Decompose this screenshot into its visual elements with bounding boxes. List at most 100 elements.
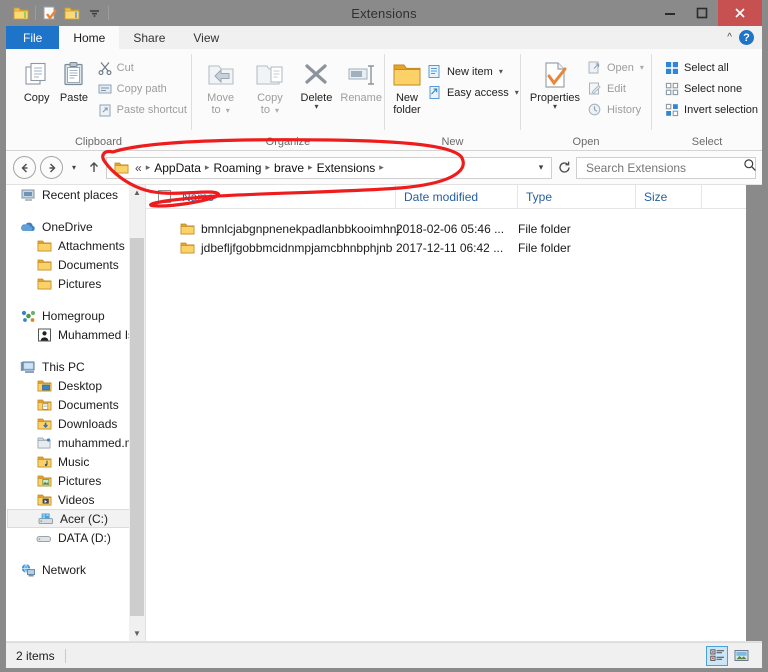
new-folder-icon[interactable] [39, 2, 61, 24]
chevron-down-icon[interactable]: ▾ [515, 88, 519, 97]
file-list-scrollbar[interactable] [746, 185, 762, 641]
tab-home[interactable]: Home [59, 26, 120, 49]
chevron-down-icon[interactable]: ▾ [640, 63, 644, 72]
navigation-pane[interactable]: Recent places OneDrive Attachments Docum… [6, 185, 145, 641]
open-button[interactable]: Open ▾ [583, 57, 648, 78]
folder-up-icon[interactable] [61, 2, 83, 24]
sidebar-item-onedrive-documents[interactable]: Documents [6, 255, 145, 274]
close-button[interactable] [718, 0, 762, 26]
breadcrumb-item-extensions[interactable]: Extensions [314, 161, 379, 175]
new-folder-button[interactable]: New folder [391, 55, 423, 116]
chevron-down-icon[interactable]: ▾ [533, 162, 549, 173]
tab-share[interactable]: Share [119, 26, 180, 49]
search-box[interactable] [576, 156, 757, 179]
sidebar-item-muhammed-mo[interactable]: muhammed.mo [6, 433, 145, 452]
move-to-button[interactable]: Move to ▾ [196, 55, 245, 117]
column-header-size[interactable]: Size [636, 185, 702, 208]
chevron-down-icon[interactable]: ▾ [499, 67, 503, 76]
large-icons-view-button[interactable] [730, 646, 752, 666]
scroll-down-arrow-icon[interactable]: ▼ [129, 626, 145, 641]
chevron-down-icon[interactable]: ▾ [314, 103, 318, 111]
new-folder-label2: folder [393, 104, 421, 116]
column-header-date-modified[interactable]: Date modified [396, 185, 518, 208]
chevron-down-icon[interactable] [83, 2, 105, 24]
paste-shortcut-button[interactable]: Paste shortcut [93, 99, 191, 120]
edit-button[interactable]: Edit [583, 78, 648, 99]
maximize-button[interactable] [686, 0, 718, 26]
copy-to-button[interactable]: Copy to ▾ [245, 55, 294, 117]
sidebar-item-pictures[interactable]: Pictures [6, 471, 145, 490]
search-input[interactable] [584, 159, 743, 176]
tab-file[interactable]: File [6, 26, 60, 49]
breadcrumb-item-appdata[interactable]: AppData [151, 161, 204, 175]
sidebar-item-acer-c[interactable]: Acer (C:) [7, 509, 144, 528]
column-header-type[interactable]: Type [518, 185, 636, 208]
scrollbar-thumb[interactable] [130, 238, 144, 616]
sidebar-item-recent-places[interactable]: Recent places [6, 185, 145, 204]
paste-button[interactable]: Paste [55, 55, 92, 104]
copy-path-button[interactable]: Copy path [93, 78, 191, 99]
history-button[interactable]: History [583, 99, 648, 120]
sidebar-item-music[interactable]: Music [6, 452, 145, 471]
rename-button[interactable]: Rename [338, 55, 384, 104]
nav-gap [6, 293, 145, 306]
tab-view[interactable]: View [179, 26, 234, 49]
recent-locations-button[interactable]: ▾ [66, 163, 82, 172]
select-all-checkbox-cell[interactable] [146, 185, 180, 208]
chevron-up-icon[interactable]: ^ [727, 32, 732, 43]
breadcrumb-separator[interactable]: ▸ [378, 162, 385, 173]
breadcrumb-prefix[interactable]: « [132, 161, 145, 175]
back-button[interactable] [12, 155, 37, 180]
new-item-button[interactable]: New item ▾ [423, 61, 523, 82]
copy-button[interactable]: Copy [18, 55, 55, 104]
details-view-button[interactable] [706, 645, 728, 666]
sidebar-item-data-d[interactable]: DATA (D:) [6, 528, 145, 547]
chevron-down-icon[interactable]: ▾ [226, 106, 230, 115]
table-row[interactable]: jdbefljfgobbmcidnmpjamcbhnbphjnb 2017-12… [146, 238, 762, 257]
select-all-checkbox[interactable] [158, 190, 171, 203]
easy-access-button[interactable]: Easy access ▾ [423, 82, 523, 103]
sidebar-item-attachments[interactable]: Attachments [6, 236, 145, 255]
chevron-down-icon[interactable]: ▾ [275, 106, 279, 115]
breadcrumb-item-brave[interactable]: brave [271, 161, 307, 175]
file-list-pane[interactable]: Name Date modified Type Size bmnlcjabgnp… [146, 185, 762, 641]
cut-button[interactable]: Cut [93, 57, 191, 78]
sidebar-item-homegroup[interactable]: Homegroup [6, 306, 145, 325]
up-button[interactable] [84, 161, 104, 174]
file-name-cell[interactable]: jdbefljfgobbmcidnmpjamcbhnbphjnb [146, 241, 396, 255]
chevron-down-icon[interactable]: ▾ [553, 103, 557, 111]
sidebar-item-desktop[interactable]: Desktop [6, 376, 145, 395]
scroll-up-arrow-icon[interactable]: ▲ [133, 185, 141, 200]
sidebar-item-muhammed-ism[interactable]: Muhammed Ism [6, 325, 145, 344]
navigation-scrollbar[interactable]: ▲ ▼ [129, 185, 145, 641]
search-icon[interactable] [743, 158, 757, 177]
help-icon[interactable]: ? [739, 30, 754, 45]
sidebar-item-this-pc[interactable]: This PC [6, 357, 145, 376]
folder-icon[interactable] [10, 2, 32, 24]
breadcrumb-item-roaming[interactable]: Roaming [210, 161, 264, 175]
refresh-button[interactable] [554, 157, 574, 179]
invert-selection-button[interactable]: Invert selection [660, 99, 762, 120]
sidebar-item-downloads[interactable]: Downloads [6, 414, 145, 433]
properties-icon [539, 58, 571, 92]
this-pc-icon [20, 359, 36, 375]
sidebar-item-network[interactable]: Network [6, 560, 145, 579]
minimize-button[interactable] [654, 0, 686, 26]
sidebar-item-videos[interactable]: Videos [6, 490, 145, 509]
delete-button[interactable]: Delete ▾ [295, 55, 339, 111]
forward-button[interactable] [39, 155, 64, 180]
column-header-name[interactable]: Name [180, 185, 396, 208]
table-row[interactable]: bmnlcjabgnpnenekpadlanbbkooimhnj 2018-02… [146, 219, 762, 238]
sidebar-item-onedrive-pictures[interactable]: Pictures [6, 274, 145, 293]
file-name-cell[interactable]: bmnlcjabgnpnenekpadlanbbkooimhnj [146, 222, 399, 236]
select-all-button[interactable]: Select all [660, 57, 762, 78]
address-bar: ▾ « ▸ AppData ▸ Roaming ▸ brave ▸ Extens… [6, 151, 762, 185]
sidebar-item-onedrive[interactable]: OneDrive [6, 217, 145, 236]
new-folder-label1: New [395, 92, 418, 104]
properties-button[interactable]: Properties ▾ [527, 55, 583, 111]
select-none-button[interactable]: Select none [660, 78, 762, 99]
sidebar-item-label: Homegroup [42, 308, 105, 323]
sidebar-item-documents[interactable]: Documents [6, 395, 145, 414]
breadcrumb[interactable]: « ▸ AppData ▸ Roaming ▸ brave ▸ Extensio… [106, 156, 552, 179]
delete-icon [301, 58, 331, 92]
